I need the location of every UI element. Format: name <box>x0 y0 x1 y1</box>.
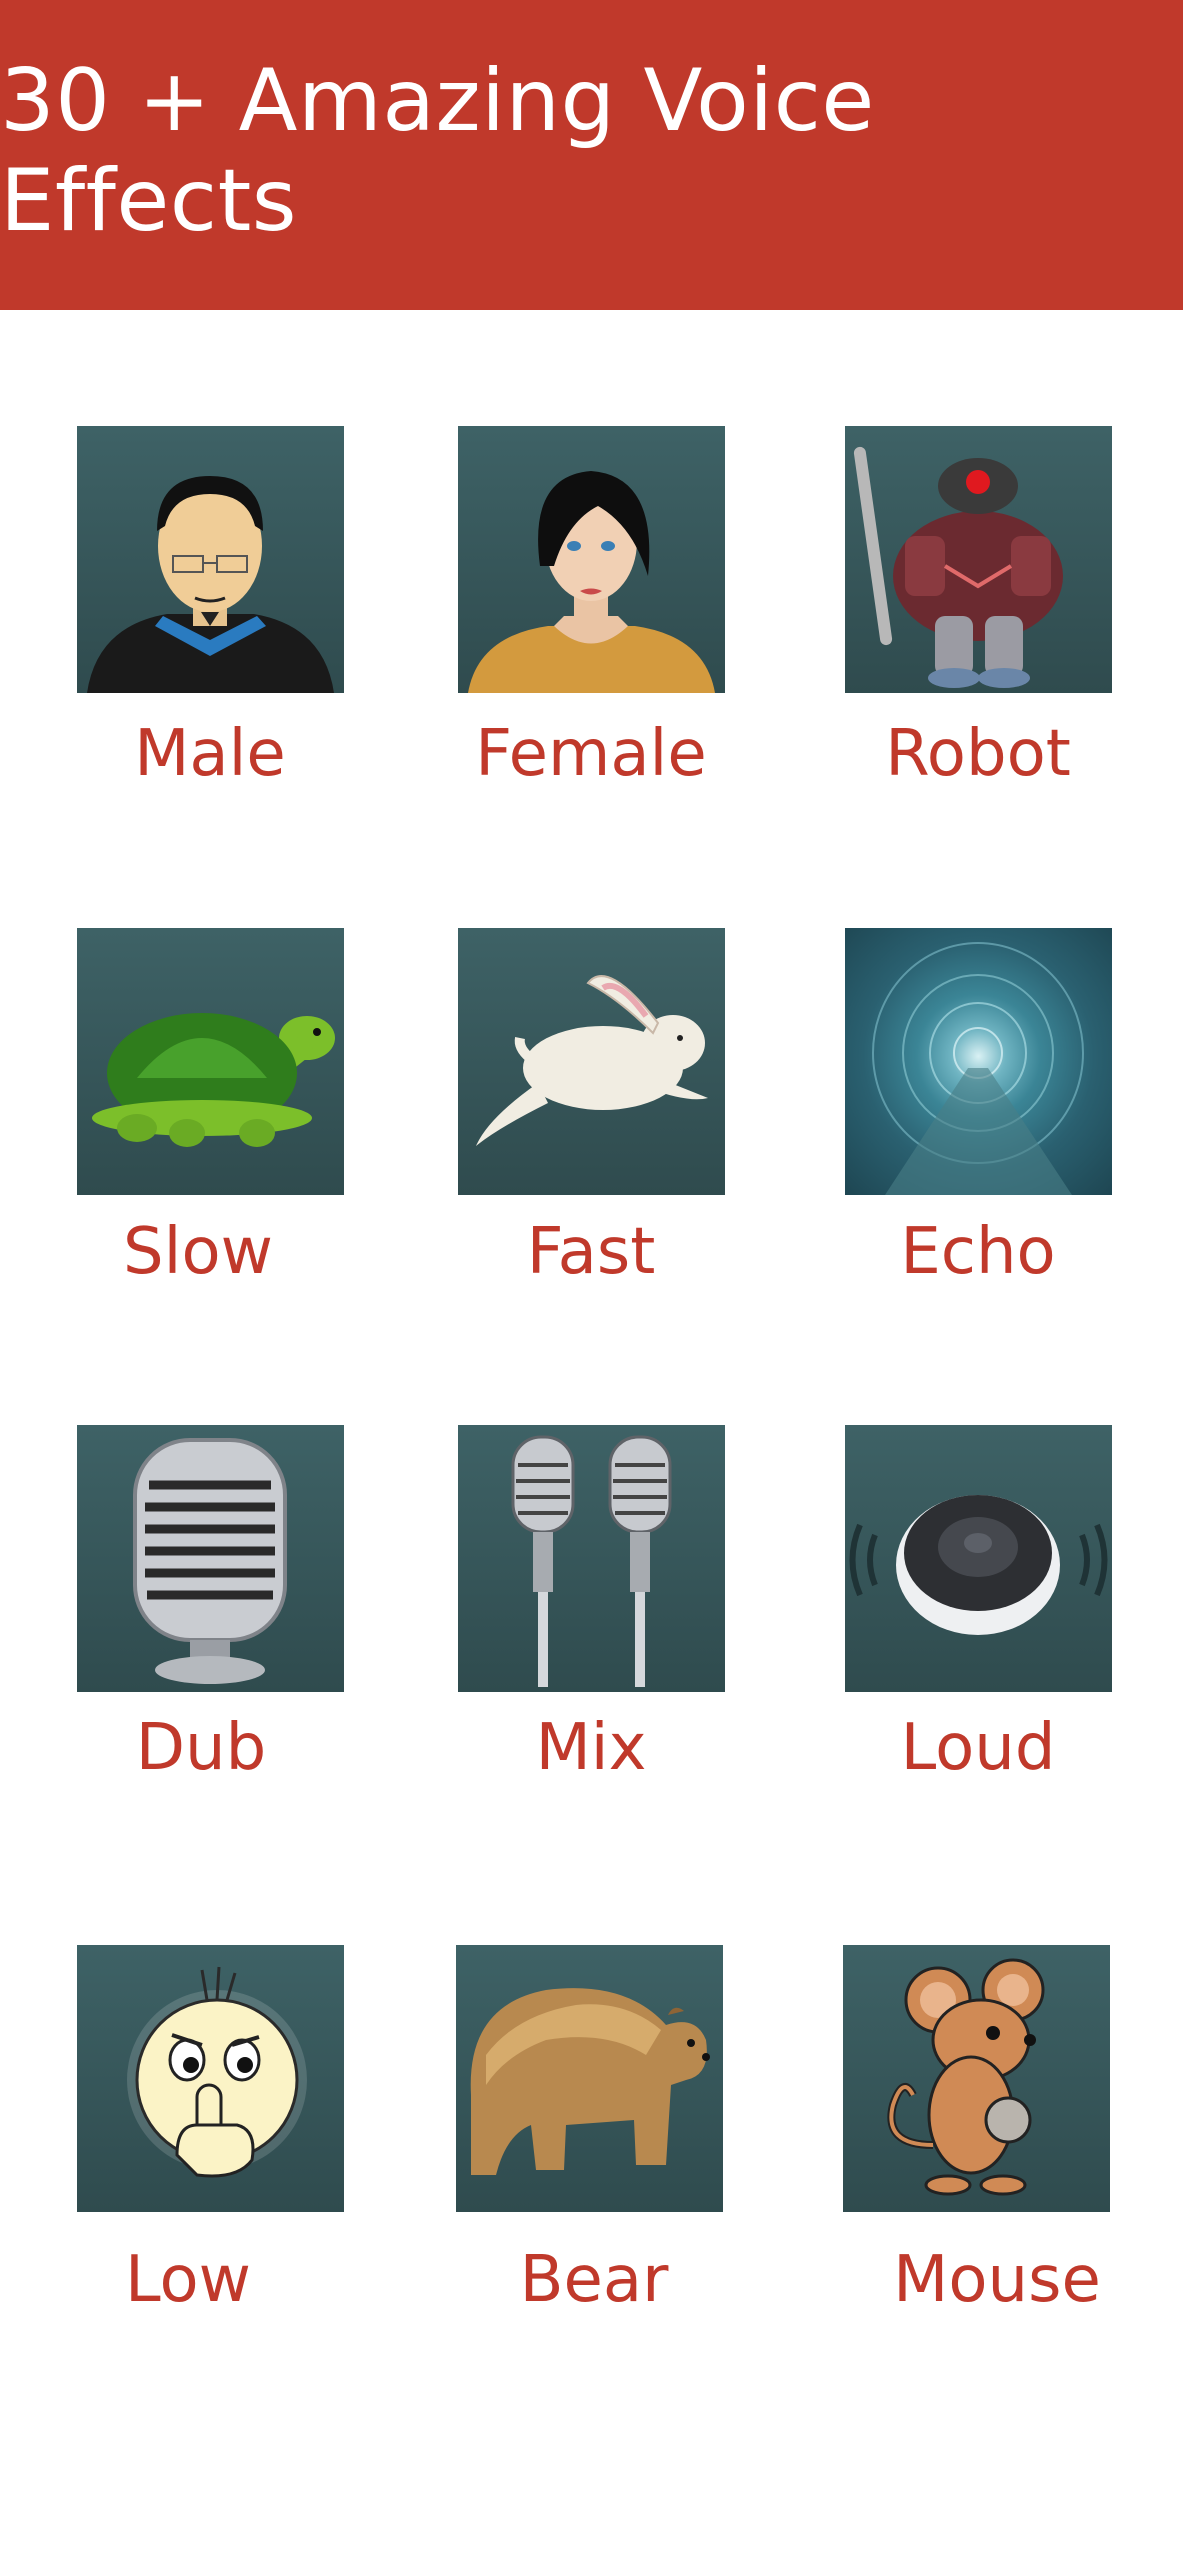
effect-tile-female[interactable] <box>458 426 725 693</box>
effect-label[interactable]: Low <box>38 2248 338 2312</box>
effect-tile-fast[interactable] <box>458 928 725 1195</box>
effect-label[interactable]: Male <box>60 722 360 786</box>
shush-face-icon <box>127 1966 307 2178</box>
effect-tile-bear[interactable] <box>456 1945 723 2212</box>
effect-label[interactable]: Bear <box>444 2248 744 2312</box>
effect-tile-male[interactable] <box>77 426 344 693</box>
effect-label[interactable]: Female <box>441 722 741 786</box>
male-face-icon <box>87 476 334 693</box>
effect-tile-loud[interactable] <box>845 1425 1112 1692</box>
effect-label[interactable]: Dub <box>51 1716 351 1780</box>
turtle-icon <box>92 1013 335 1147</box>
female-face-icon <box>468 471 715 693</box>
app-header: 30 + Amazing Voice Effects <box>0 0 1183 310</box>
effect-tile-dub[interactable] <box>77 1425 344 1692</box>
rabbit-icon <box>476 975 708 1146</box>
effect-tile-echo[interactable] <box>845 928 1112 1195</box>
effect-label[interactable]: Loud <box>828 1716 1128 1780</box>
speaker-icon <box>849 1495 1108 1635</box>
robot-icon <box>853 446 1063 688</box>
effect-label[interactable]: Mix <box>441 1716 741 1780</box>
effect-label[interactable]: Robot <box>828 722 1128 786</box>
effect-label[interactable]: Fast <box>441 1220 741 1284</box>
effect-label[interactable]: Echo <box>828 1220 1128 1284</box>
effect-tile-slow[interactable] <box>77 928 344 1195</box>
effect-tile-robot[interactable] <box>845 426 1112 693</box>
effect-label[interactable]: Mouse <box>847 2248 1147 2312</box>
effect-label[interactable]: Slow <box>48 1220 348 1284</box>
mouse-icon <box>887 1958 1045 2196</box>
effect-tile-mix[interactable] <box>458 1425 725 1692</box>
effect-tile-mouse[interactable] <box>843 1945 1110 2212</box>
double-microphone-icon <box>511 1435 672 1687</box>
page-title: 30 + Amazing Voice Effects <box>0 51 875 251</box>
microphone-icon <box>133 1438 287 1684</box>
tunnel-icon <box>872 942 1084 1195</box>
bear-icon <box>470 1988 710 2175</box>
effect-tile-low[interactable] <box>77 1945 344 2212</box>
